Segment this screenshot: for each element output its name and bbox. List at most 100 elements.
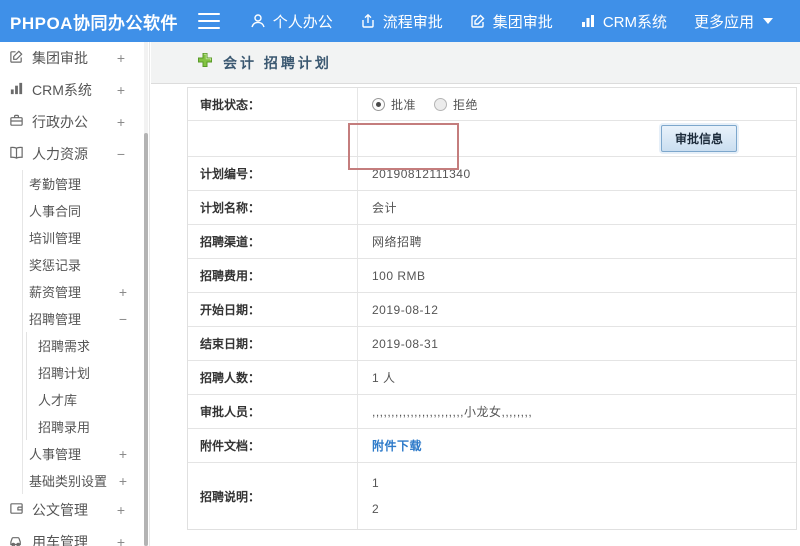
table-row-approvers: 审批人员： ,,,,,,,,,,,,,,,,,,,,,,,,小龙女,,,,,,,… [188,395,796,429]
nav-label: 更多应用 [693,13,754,31]
app-window: PHPOA协同办公软件 个人办公 流程审批 集团审批 CRM系统 更多应用 集团… [0,0,800,546]
field-label: 招聘人数： [188,361,358,394]
nav-label: 集团审批 [492,13,553,31]
sidebar-item-crm[interactable]: CRM系统 + [0,74,149,106]
field-label: 审批状态： [188,88,358,120]
approval-button-row: 审批信息 [188,121,796,157]
sidebar-item-personnel-mgmt[interactable]: 人事管理 + [23,440,149,467]
approve-radio[interactable]: 批准 [372,96,416,113]
nav-label: CRM系统 [602,13,667,31]
nav-more-apps[interactable]: 更多应用 [694,11,773,32]
field-value: ,,,,,,,,,,,,,,,,,,,,,,,,小龙女,,,,,,,, [372,405,533,419]
nav-label: 个人办公 [272,13,333,31]
sidebar-item-talent-pool[interactable]: 人才库 [27,386,149,413]
book-icon [9,145,24,163]
expand-plus-icon: + [118,283,127,300]
document-icon [9,501,24,519]
briefcase-icon [9,113,24,131]
field-label: 招聘说明： [188,463,358,529]
sidebar-item-admin-office[interactable]: 行政办公 + [0,106,149,138]
field-label: 招聘渠道： [188,225,358,258]
form-area: 审批状态： 批准 拒绝 审批信息 计划编号： 20190812111340 计划… [151,84,800,546]
expand-plus-icon: + [116,50,125,66]
field-value: 100 RMB [372,268,426,283]
field-label: 计划编号： [188,157,358,190]
nav-personal-office[interactable]: 个人办公 [250,11,333,32]
field-value: 1 2 [372,476,380,516]
table-row-plan-number: 计划编号： 20190812111340 [188,157,796,191]
recruit-plan-table: 审批状态： 批准 拒绝 审批信息 计划编号： 20190812111340 计划… [187,87,797,530]
top-bar: PHPOA协同办公软件 个人办公 流程审批 集团审批 CRM系统 更多应用 [0,0,800,42]
expand-plus-icon: + [116,534,125,546]
table-row-recruit-cost: 招聘费用： 100 RMB [188,259,796,293]
expand-plus-icon: + [116,502,125,518]
nav-process-approval[interactable]: 流程审批 [360,11,443,32]
hr-submenu: 考勤管理 人事合同 培训管理 奖惩记录 薪资管理 + 招聘管理 − 招聘需求 招… [22,170,149,494]
app-logo: PHPOA协同办公软件 [10,13,178,33]
sidebar-item-recruit-plan[interactable]: 招聘计划 [27,359,149,386]
field-label: 附件文档： [188,429,358,462]
recruit-submenu: 招聘需求 招聘计划 人才库 招聘录用 [26,332,149,440]
field-value: 会计 [372,201,398,215]
expand-plus-icon: + [116,114,125,130]
field-label: 开始日期： [188,293,358,326]
page-title: 会计 招聘计划 [223,54,332,71]
collapse-minus-icon: − [118,310,127,327]
attachment-download-link[interactable]: 附件下载 [372,437,422,454]
sidebar-item-attendance[interactable]: 考勤管理 [23,170,149,197]
sidebar-item-salary[interactable]: 薪资管理 + [23,278,149,305]
top-nav: 个人办公 流程审批 集团审批 CRM系统 更多应用 [250,11,800,32]
sidebar-item-vehicle-mgmt[interactable]: 用车管理 + [0,526,149,546]
sidebar-item-group-approval[interactable]: 集团审批 + [0,42,149,74]
edit-icon [470,13,486,29]
add-icon [197,52,213,73]
bar-chart-icon [9,81,24,99]
bar-chart-icon [580,13,596,29]
field-value: 2019-08-31 [372,336,439,351]
submit-arrow-icon [360,13,376,29]
expand-plus-icon: + [118,472,127,489]
sidebar-item-document-mgmt[interactable]: 公文管理 + [0,494,149,526]
sidebar: 集团审批 + CRM系统 + 行政办公 + 人力资源 − 考勤管理 人事合同 培… [0,42,150,546]
edit-icon [9,49,24,67]
sidebar-item-rewards[interactable]: 奖惩记录 [23,251,149,278]
field-label: 计划名称： [188,191,358,224]
nav-group-approval[interactable]: 集团审批 [470,11,553,32]
table-row-headcount: 招聘人数： 1 人 [188,361,796,395]
sidebar-scrollbar-thumb[interactable] [144,133,148,546]
radio-unchecked-icon[interactable] [434,97,448,111]
sidebar-item-base-category[interactable]: 基础类别设置 + [23,467,149,494]
table-row-end-date: 结束日期： 2019-08-31 [188,327,796,361]
field-value: 1 人 [372,371,396,385]
nav-crm-system[interactable]: CRM系统 [580,11,667,32]
collapse-minus-icon: − [116,146,125,162]
empty-label-cell [188,121,358,156]
field-value: 2019-08-12 [372,302,439,317]
sidebar-item-recruit-demand[interactable]: 招聘需求 [27,332,149,359]
car-icon [9,533,24,546]
sidebar-item-recruit-hire[interactable]: 招聘录用 [27,413,149,440]
table-row-recruit-channel: 招聘渠道： 网络招聘 [188,225,796,259]
radio-checked-icon[interactable] [372,97,385,111]
table-row-start-date: 开始日期： 2019-08-12 [188,293,796,327]
sidebar-item-human-resources[interactable]: 人力资源 − [0,138,149,170]
menu-toggle-icon[interactable] [198,13,220,29]
table-row-description: 招聘说明： 1 2 [188,463,796,529]
table-row-attachment: 附件文档： 附件下载 [188,429,796,463]
sidebar-item-hr-contract[interactable]: 人事合同 [23,197,149,224]
sidebar-item-recruit-mgmt[interactable]: 招聘管理 − [23,305,149,332]
user-icon [250,13,266,29]
field-label: 招聘费用： [188,259,358,292]
reject-radio[interactable]: 拒绝 [434,96,478,113]
field-value: 20190812111340 [372,166,471,181]
expand-plus-icon: + [116,82,125,98]
approval-info-button[interactable]: 审批信息 [660,125,737,152]
chevron-down-icon [763,18,773,24]
field-label: 审批人员： [188,395,358,428]
table-row-plan-name: 计划名称： 会计 [188,191,796,225]
approval-status-row: 审批状态： 批准 拒绝 [188,88,796,121]
expand-plus-icon: + [118,445,127,462]
field-value: 网络招聘 [372,235,423,249]
sidebar-item-training[interactable]: 培训管理 [23,224,149,251]
page-header-band: 会计 招聘计划 [151,42,800,84]
